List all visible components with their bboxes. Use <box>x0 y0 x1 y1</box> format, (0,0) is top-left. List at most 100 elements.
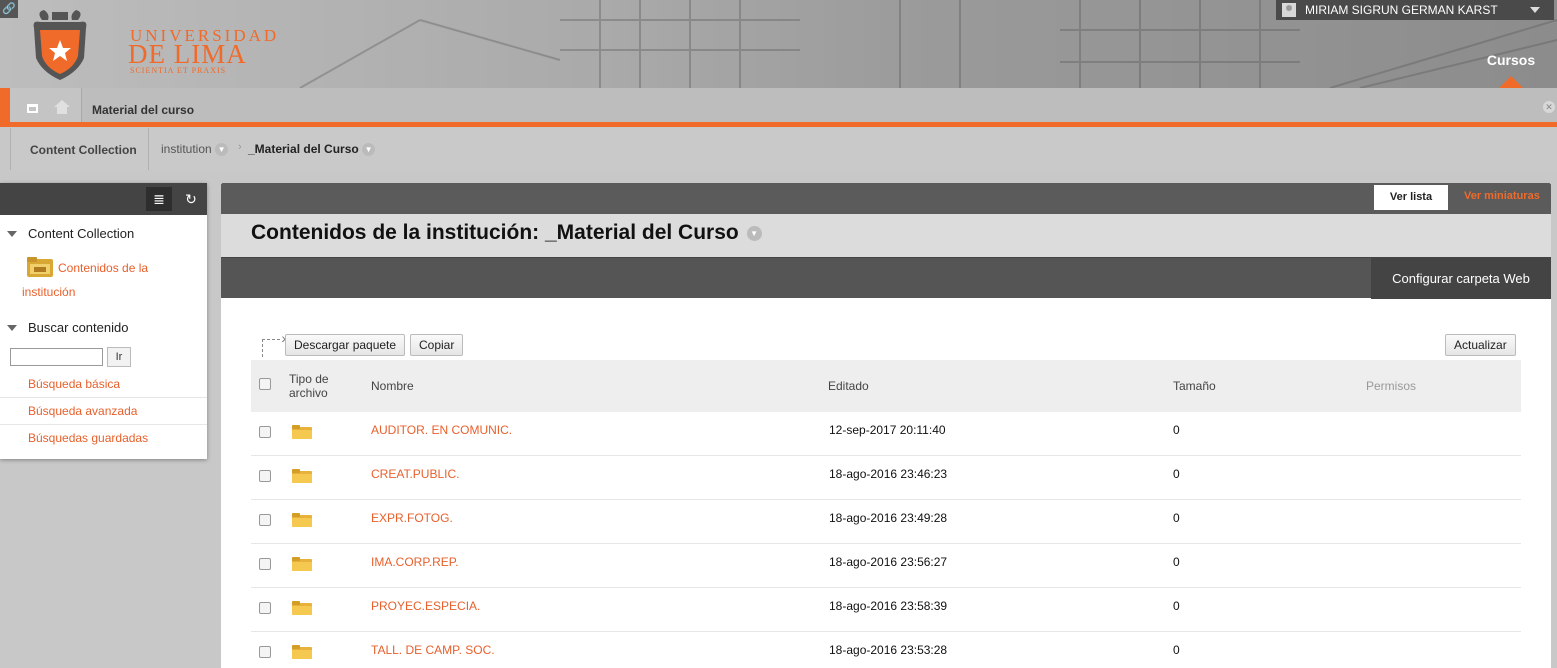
file-name-link[interactable]: TALL. DE CAMP. SOC. <box>371 643 495 657</box>
content-collection-label: Content Collection <box>30 143 137 157</box>
breadcrumb-separator: › <box>238 141 242 153</box>
sidebar-item-institution-contents[interactable]: Contenidos de la institución <box>22 256 182 304</box>
home-icon[interactable] <box>54 100 70 114</box>
row-checkbox[interactable] <box>259 470 271 482</box>
row-checkbox[interactable] <box>259 646 271 658</box>
menu-icon[interactable]: ≣ <box>146 187 172 211</box>
page-title: Material del curso <box>92 103 195 117</box>
search-go-button[interactable]: Ir <box>107 347 131 367</box>
refresh-icon[interactable]: ↻ <box>179 187 203 211</box>
sidebar-section-search[interactable]: Buscar contenido <box>0 318 207 338</box>
column-header-name[interactable]: Nombre <box>371 379 414 393</box>
tab-cursos[interactable]: Cursos <box>1478 52 1544 68</box>
table-row[interactable]: TALL. DE CAMP. SOC. 18-ago-2016 23:53:28 0 <box>251 632 1521 668</box>
accent-strip <box>0 88 10 122</box>
breadcrumb-label: _Material del Curso <box>248 142 359 156</box>
file-name-link[interactable]: EXPR.FOTOG. <box>371 511 453 525</box>
file-name-link[interactable]: PROYEC.ESPECIA. <box>371 599 480 613</box>
user-menu[interactable]: MIRIAM SIGRUN GERMAN KARST <box>1276 0 1554 20</box>
file-size: 0 <box>1173 467 1180 481</box>
table-row[interactable]: PROYEC.ESPECIA. 18-ago-2016 23:58:39 0 <box>251 588 1521 632</box>
action-bar: Configurar carpeta Web <box>221 257 1551 299</box>
window-icon[interactable] <box>27 104 38 113</box>
sidebar-item-saved-searches[interactable]: Búsquedas guardadas <box>0 425 207 452</box>
user-name: MIRIAM SIGRUN GERMAN KARST <box>1305 3 1498 17</box>
edited-date: 18-ago-2016 23:53:28 <box>829 643 948 657</box>
row-checkbox[interactable] <box>259 426 271 438</box>
row-checkbox[interactable] <box>259 514 271 526</box>
main-panel: Ver lista Ver miniaturas Contenidos de l… <box>221 183 1551 668</box>
sidebar-toolbar: ≣ ↻ <box>0 183 207 215</box>
file-size: 0 <box>1173 511 1180 525</box>
chevron-down-icon[interactable]: ▼ <box>215 143 229 157</box>
file-name-link[interactable]: IMA.CORP.REP. <box>371 555 459 569</box>
content-title-text: Contenidos de la institución: _Material … <box>251 221 739 244</box>
column-header-edited[interactable]: Editado <box>828 379 869 393</box>
folder-icon <box>291 424 313 443</box>
file-name-link[interactable]: CREAT.PUBLIC. <box>371 467 459 481</box>
edited-date: 18-ago-2016 23:49:28 <box>829 511 948 525</box>
copy-button[interactable]: Copiar <box>410 334 464 356</box>
content-collection-tab[interactable]: Content Collection <box>11 128 149 170</box>
chevron-down-icon[interactable]: ▼ <box>746 225 762 241</box>
table-header: Tipo de archivo Nombre Editado Tamaño Pe… <box>251 360 1521 412</box>
table-row[interactable]: AUDITOR. EN COMUNIC. 12-sep-2017 20:11:40… <box>251 412 1521 456</box>
edited-date: 18-ago-2016 23:56:27 <box>829 555 948 569</box>
collapse-icon <box>7 325 17 331</box>
folder-icon <box>291 644 313 663</box>
file-size: 0 <box>1173 555 1180 569</box>
chevron-down-icon <box>1530 7 1540 13</box>
column-header-type-line1: Tipo de <box>289 372 329 386</box>
logo-tagline: SCIENTIA ET PRAXIS <box>130 66 227 75</box>
breadcrumb-label: institution <box>161 142 212 156</box>
title-bar: Contenidos de la institución: _Material … <box>221 214 1551 257</box>
link-icon[interactable]: 🔗 <box>0 0 18 18</box>
university-logo[interactable]: UNIVERSIDAD DE LIMA SCIENTIA ET PRAXIS <box>24 4 276 84</box>
section-title: Buscar contenido <box>28 320 129 335</box>
column-header-type[interactable]: Tipo de archivo <box>289 372 329 400</box>
select-all-checkbox[interactable] <box>259 378 271 390</box>
selection-arrow-icon <box>262 330 286 357</box>
column-header-type-line2: archivo <box>289 386 328 400</box>
column-header-permissions: Permisos <box>1366 379 1417 393</box>
view-list-button[interactable]: Ver lista <box>1374 185 1448 210</box>
sidebar: ≣ ↻ Content Collection Contenidos de la … <box>0 183 207 459</box>
refresh-button[interactable]: Actualizar <box>1445 334 1516 356</box>
content-title: Contenidos de la institución: _Material … <box>251 221 762 245</box>
chevron-down-icon[interactable]: ▼ <box>362 143 376 157</box>
breadcrumb-item-current[interactable]: _Material del Curso ▼ <box>248 142 376 157</box>
breadcrumb-item-institution[interactable]: institution ▼ <box>161 142 229 157</box>
row-checkbox[interactable] <box>259 602 271 614</box>
column-header-size[interactable]: Tamaño <box>1173 379 1216 393</box>
view-thumbnails-button[interactable]: Ver miniaturas <box>1464 190 1540 202</box>
active-tab-indicator <box>1499 76 1523 88</box>
folder-icon <box>291 556 313 575</box>
collapse-icon <box>7 231 17 237</box>
crest-icon <box>33 10 87 81</box>
close-icon[interactable]: ✕ <box>1543 101 1555 113</box>
edited-date: 18-ago-2016 23:58:39 <box>829 599 948 613</box>
content-path-bar: Content Collection institution ▼ › _Mate… <box>10 128 1557 170</box>
avatar-icon <box>1282 3 1296 17</box>
folder-icon <box>291 512 313 531</box>
configure-web-folder-button[interactable]: Configurar carpeta Web <box>1371 258 1551 299</box>
view-toolbar: Ver lista Ver miniaturas <box>221 183 1551 214</box>
table-row[interactable]: IMA.CORP.REP. 18-ago-2016 23:56:27 0 <box>251 544 1521 588</box>
file-size: 0 <box>1173 643 1180 657</box>
download-package-button[interactable]: Descargar paquete <box>285 334 406 356</box>
file-size: 0 <box>1173 599 1180 613</box>
sidebar-item-advanced-search[interactable]: Búsqueda avanzada <box>0 398 207 425</box>
edited-date: 18-ago-2016 23:46:23 <box>829 467 948 481</box>
table-row[interactable]: EXPR.FOTOG. 18-ago-2016 23:49:28 0 <box>251 500 1521 544</box>
site-header: 🔗 UNIVERSIDAD DE LIMA SCIENTIA ET PRAXIS… <box>0 0 1557 88</box>
search-input[interactable] <box>10 348 103 366</box>
row-checkbox[interactable] <box>259 558 271 570</box>
folder-icon <box>291 468 313 487</box>
breadcrumb-icons <box>10 88 82 122</box>
file-name-link[interactable]: AUDITOR. EN COMUNIC. <box>371 423 512 437</box>
sidebar-item-basic-search[interactable]: Búsqueda básica <box>0 371 207 398</box>
file-size: 0 <box>1173 423 1180 437</box>
table-row[interactable]: CREAT.PUBLIC. 18-ago-2016 23:46:23 0 <box>251 456 1521 500</box>
sidebar-section-content-collection[interactable]: Content Collection <box>0 224 207 244</box>
section-title: Content Collection <box>28 226 135 241</box>
